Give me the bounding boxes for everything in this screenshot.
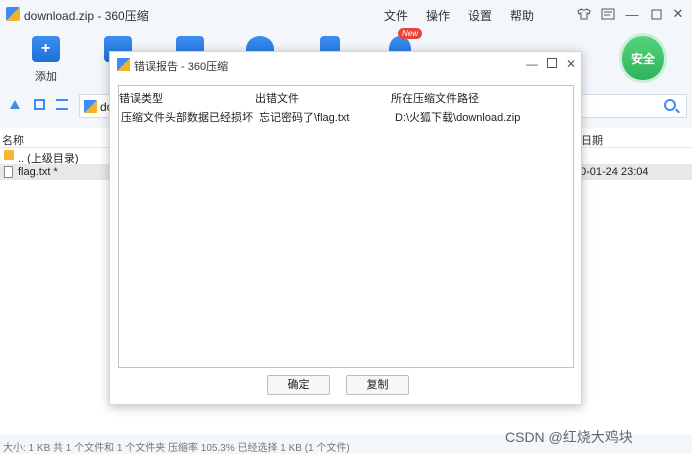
menu-help[interactable]: 帮助: [510, 7, 534, 24]
window-title: download.zip - 360压缩: [24, 9, 149, 23]
status-text: 大小: 1 KB 共 1 个文件和 1 个文件夹 压缩率 105.3% 已经选择…: [3, 443, 350, 454]
new-badge: New: [398, 28, 423, 39]
watermark: CSDN @红烧大鸡块: [505, 429, 633, 445]
dialog-logo-icon: [117, 58, 130, 71]
column-name[interactable]: 名称: [2, 132, 24, 148]
col-error-type: 错误类型: [119, 93, 163, 105]
column-date[interactable]: 日期: [581, 132, 603, 148]
add-button[interactable]: + 添加: [22, 36, 70, 84]
zip-file-icon: [84, 100, 97, 113]
close-icon[interactable]: ✕: [669, 5, 687, 23]
row-name: flag.txt *: [18, 166, 58, 178]
col-archive-path: 所在压缩文件路径: [391, 93, 479, 105]
error-file: 忘记密码了\flag.txt: [259, 112, 350, 124]
dialog-title-bar: 错误报告 - 360压缩 — ✕: [110, 52, 581, 76]
menu-operate[interactable]: 操作: [426, 7, 450, 24]
add-label: 添加: [35, 71, 57, 83]
folder-icon: [4, 150, 14, 160]
title-bar: download.zip - 360压缩 文件 操作 设置 帮助 — ✕: [0, 0, 692, 28]
search-icon[interactable]: [664, 99, 676, 111]
maximize-icon[interactable]: [647, 5, 665, 23]
list-view-icon[interactable]: [56, 99, 68, 110]
ok-button[interactable]: 确定: [267, 375, 330, 395]
error-table: 错误类型 出错文件 所在压缩文件路径 压缩文件头部数据已经损坏 忘记密码了\fl…: [118, 85, 574, 368]
up-arrow-icon[interactable]: [10, 100, 20, 109]
dialog-minimize-icon[interactable]: —: [524, 56, 540, 72]
security-label: 安全: [630, 51, 655, 66]
copy-button[interactable]: 复制: [346, 375, 409, 395]
file-icon: [4, 166, 13, 178]
dialog-close-icon[interactable]: ✕: [563, 56, 579, 72]
feedback-icon[interactable]: [599, 5, 617, 23]
error-report-dialog: 错误报告 - 360压缩 — ✕ 错误类型 出错文件 所在压缩文件路径 压缩文件…: [109, 51, 582, 405]
col-error-file: 出错文件: [255, 93, 299, 105]
error-path: D:\火狐下载\download.zip: [395, 112, 521, 124]
dialog-title: 错误报告 - 360压缩: [134, 61, 229, 73]
app-logo-icon: [6, 7, 20, 21]
thumbnail-view-icon[interactable]: [34, 99, 45, 110]
row-date: 0-01-24 23:04: [580, 166, 649, 178]
error-type: 压缩文件头部数据已经损坏: [121, 112, 253, 124]
add-icon: +: [32, 36, 60, 62]
dialog-maximize-icon[interactable]: [544, 56, 560, 72]
menu-settings[interactable]: 设置: [468, 7, 492, 24]
menu-file[interactable]: 文件: [384, 7, 408, 24]
security-shield-icon[interactable]: 安全: [622, 36, 664, 80]
skin-icon[interactable]: [575, 5, 593, 23]
minimize-icon[interactable]: —: [623, 5, 641, 23]
